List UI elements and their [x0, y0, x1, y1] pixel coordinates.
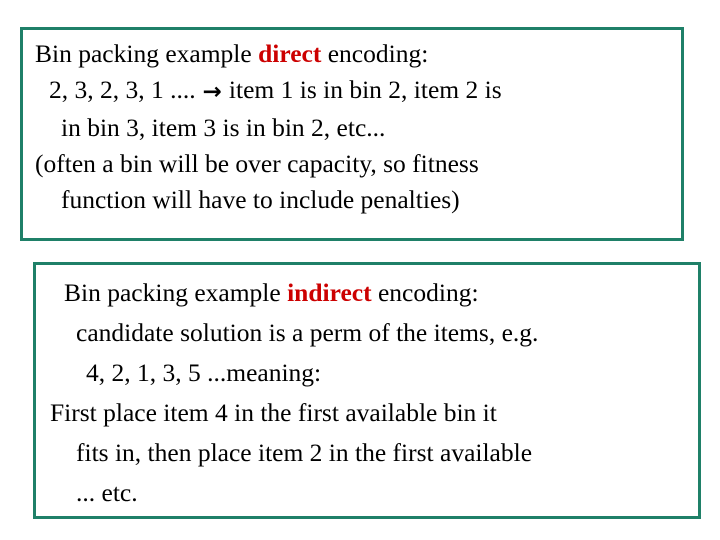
direct-line-1-after: item 1 is in bin 2, item 2 is: [228, 75, 502, 104]
direct-line-4: function will have to include penalties): [61, 185, 460, 214]
indirect-encoding-textbox: Bin packing example indirect encoding: c…: [33, 262, 701, 519]
direct-line-3: (often a bin will be over capacity, so f…: [35, 149, 479, 178]
indirect-heading-after: encoding:: [371, 278, 479, 307]
direct-heading-after: encoding:: [321, 39, 429, 68]
direct-heading-before: Bin packing example: [35, 39, 259, 68]
indirect-line-1: candidate solution is a perm of the item…: [76, 318, 539, 347]
indirect-heading-before: Bin packing example: [64, 278, 288, 307]
right-arrow-icon: →: [202, 79, 222, 105]
direct-heading-line: Bin packing example direct encoding:: [35, 36, 671, 72]
direct-encoding-textbox: Bin packing example direct encoding: 2, …: [20, 27, 684, 241]
direct-heading-emphasis: direct: [258, 39, 322, 68]
indirect-line-2: 4, 2, 1, 3, 5 ...meaning:: [86, 358, 322, 387]
direct-genotype-sequence: 2, 3, 2, 3, 1 ....: [49, 75, 196, 104]
direct-line-2: in bin 3, item 3 is in bin 2, etc...: [61, 113, 386, 142]
slide-canvas: Bin packing example direct encoding: 2, …: [0, 0, 720, 540]
indirect-line-3: First place item 4 in the first availabl…: [50, 398, 497, 427]
indirect-heading-line: Bin packing example indirect encoding:: [50, 273, 688, 313]
indirect-line-4: fits in, then place item 2 in the first …: [76, 438, 533, 467]
indirect-heading-emphasis: indirect: [287, 278, 372, 307]
direct-line-1: 2, 3, 2, 3, 1 .... → item 1 is in bin 2, i…: [35, 72, 671, 110]
indirect-line-5: ... etc.: [76, 478, 138, 507]
